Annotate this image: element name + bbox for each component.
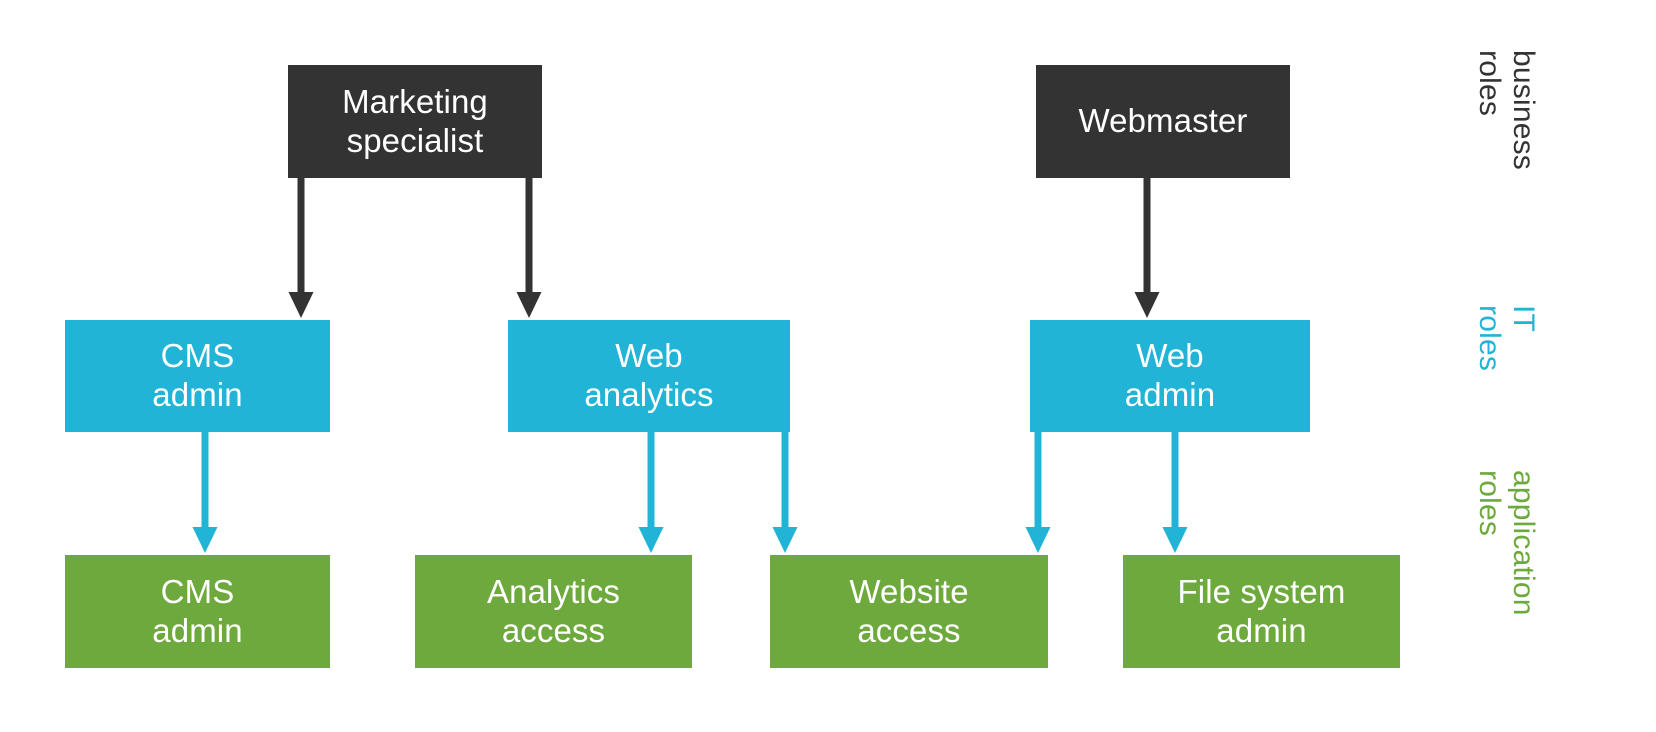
connector-analytics-it-to-analytics-app xyxy=(638,432,664,553)
connector-marketing-to-web-analytics xyxy=(516,178,542,318)
connector-stem xyxy=(1171,432,1179,528)
connector-analytics-it-to-website-app xyxy=(772,432,798,553)
lane-label-business-roles: business roles xyxy=(1472,50,1540,171)
node-webmaster[interactable]: Webmaster xyxy=(1036,65,1290,178)
connector-web-admin-to-file-system-app xyxy=(1162,432,1188,553)
connector-stem xyxy=(1143,178,1151,293)
node-file-system-admin-app[interactable]: File system admin xyxy=(1123,555,1400,668)
node-marketing-specialist[interactable]: Marketing specialist xyxy=(288,65,542,178)
node-cms-admin-it[interactable]: CMS admin xyxy=(65,320,330,432)
connector-webmaster-to-web-admin xyxy=(1134,178,1160,318)
lane-label-application-roles: application roles xyxy=(1472,470,1540,616)
node-cms-admin-app[interactable]: CMS admin xyxy=(65,555,330,668)
node-web-admin-it[interactable]: Web admin xyxy=(1030,320,1310,432)
connector-stem xyxy=(525,178,533,293)
arrow-head-icon xyxy=(1134,292,1160,318)
connector-web-admin-to-website-app xyxy=(1025,432,1051,553)
role-hierarchy-diagram: Marketing specialist Webmaster CMS admin… xyxy=(0,0,1656,732)
connector-stem xyxy=(1034,432,1042,528)
node-website-access-app[interactable]: Website access xyxy=(770,555,1048,668)
arrow-head-icon xyxy=(516,292,542,318)
connector-stem xyxy=(781,432,789,528)
node-web-analytics-it[interactable]: Web analytics xyxy=(508,320,790,432)
node-analytics-access-app[interactable]: Analytics access xyxy=(415,555,692,668)
arrow-head-icon xyxy=(192,527,218,553)
arrow-head-icon xyxy=(1025,527,1051,553)
connector-cms-it-to-cms-app xyxy=(192,432,218,553)
connector-marketing-to-cms-admin xyxy=(288,178,314,318)
arrow-head-icon xyxy=(288,292,314,318)
connector-stem xyxy=(297,178,305,293)
arrow-head-icon xyxy=(1162,527,1188,553)
connector-stem xyxy=(201,432,209,528)
lane-label-it-roles: IT roles xyxy=(1472,305,1540,372)
arrow-head-icon xyxy=(772,527,798,553)
arrow-head-icon xyxy=(638,527,664,553)
connector-stem xyxy=(647,432,655,528)
